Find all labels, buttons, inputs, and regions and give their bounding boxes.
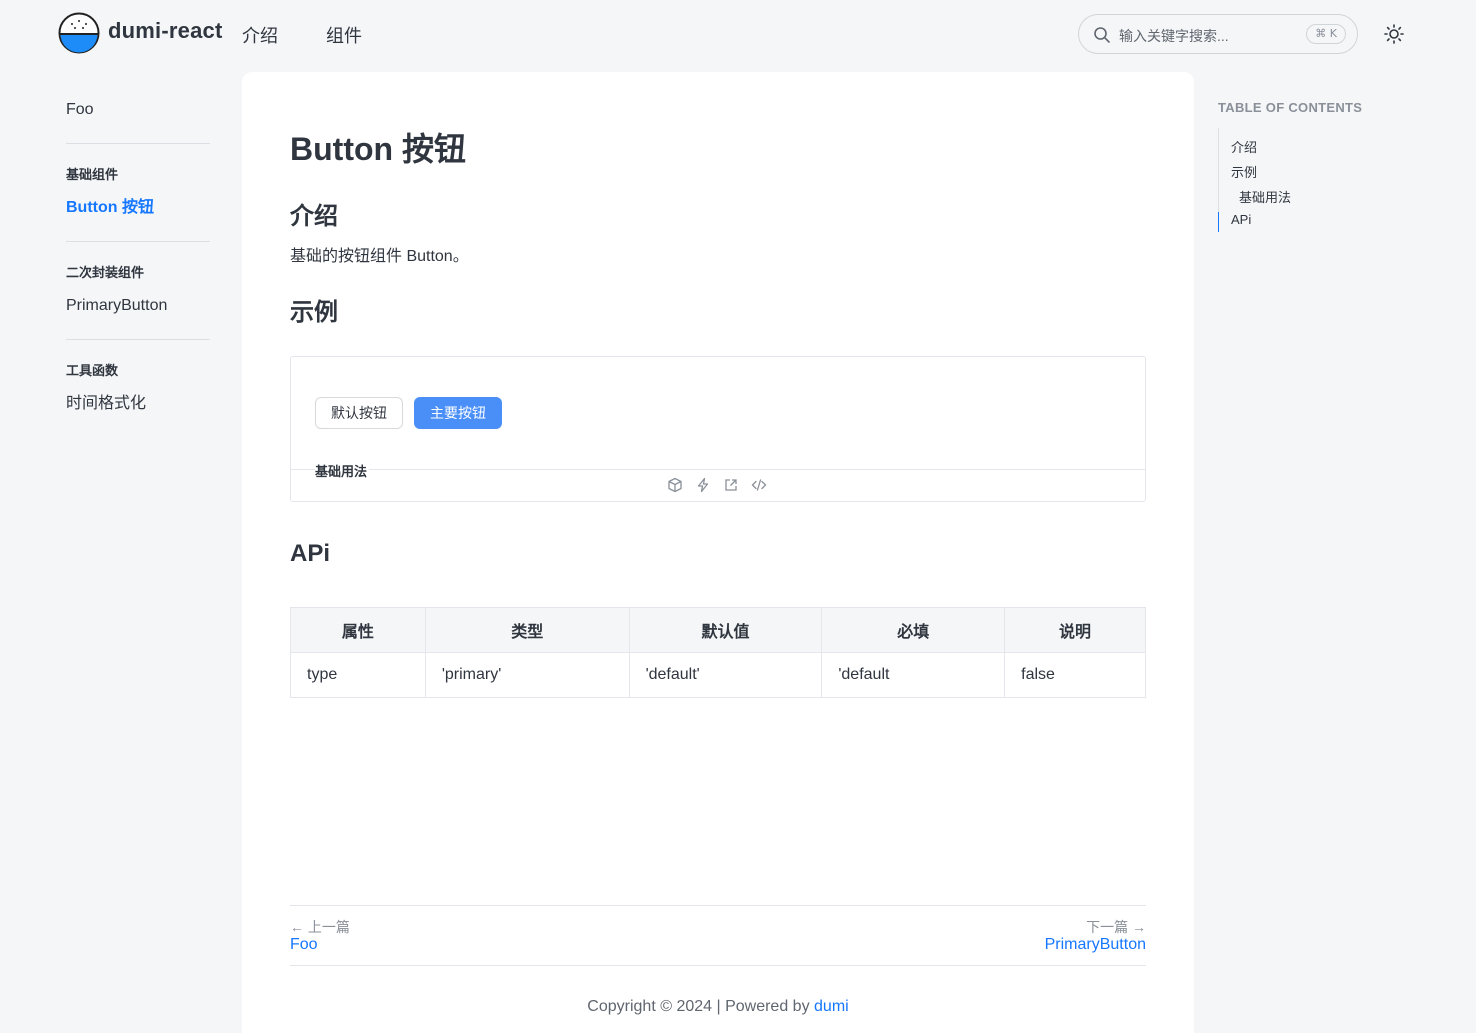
table-header-cell: 类型 — [424, 607, 630, 653]
api-table: 属性 类型 默认值 必填 说明 type 'primary' 'default'… — [290, 607, 1146, 698]
sidebar-divider — [66, 339, 210, 340]
search-placeholder: 输入关键字搜索... — [1119, 28, 1229, 44]
sidebar-group-title: 基础组件 — [66, 167, 119, 182]
page-title: Button 按钮 — [290, 131, 466, 167]
table-cell: 'default — [821, 652, 1006, 698]
search-icon — [1094, 27, 1110, 43]
footer-dumi-link[interactable]: dumi — [814, 998, 849, 1015]
brand-title[interactable]: dumi-react — [108, 18, 222, 44]
table-header-cell: 默认值 — [628, 607, 823, 653]
search-input[interactable]: 输入关键字搜索... ⌘ K — [1078, 14, 1358, 54]
sidebar-divider — [66, 241, 210, 242]
toc-title: TABLE OF CONTENTS — [1218, 100, 1363, 115]
arrow-right-icon: → — [1132, 919, 1146, 935]
pager-divider — [290, 905, 1146, 906]
next-page-link[interactable]: PrimaryButton — [1045, 936, 1146, 954]
next-page-label[interactable]: 下一篇 → — [1086, 917, 1146, 937]
toc-item-api[interactable]: APi — [1231, 212, 1251, 227]
table-header-row: 属性 类型 默认值 必填 说明 — [290, 607, 1146, 653]
codesandbox-icon[interactable] — [667, 477, 683, 493]
table-header-cell: 属性 — [290, 607, 426, 653]
primary-button[interactable]: 主要按钮 — [414, 397, 502, 429]
toc-item-example[interactable]: 示例 — [1231, 162, 1257, 181]
dumi-logo-icon[interactable] — [58, 12, 100, 54]
table-header-cell: 必填 — [821, 607, 1006, 653]
sun-icon[interactable] — [1383, 23, 1405, 45]
prev-label-text: 上一篇 — [307, 919, 350, 935]
toc-item-intro[interactable]: 介绍 — [1231, 137, 1257, 156]
sidebar: Foo 基础组件 Button 按钮 二次封装组件 PrimaryButton … — [66, 90, 210, 424]
table-cell: false — [1004, 652, 1146, 698]
arrow-left-icon: ← — [290, 919, 304, 935]
prev-page-link[interactable]: Foo — [290, 936, 318, 954]
sidebar-divider — [66, 143, 210, 144]
heading-api: APi — [290, 540, 331, 567]
demo-divider — [291, 469, 1145, 470]
footer-copyright: Copyright © 2024 | Powered by — [587, 998, 810, 1015]
intro-text: 基础的按钮组件 Button。 — [290, 248, 469, 265]
main-content: Button 按钮 介绍 基础的按钮组件 Button。 示例 默认按钮 主要按… — [242, 72, 1194, 1033]
code-icon[interactable] — [751, 477, 767, 493]
table-cell: type — [290, 652, 426, 698]
table-cell: 'default' — [628, 652, 823, 698]
sidebar-item-button[interactable]: Button 按钮 — [66, 188, 210, 228]
demo-preview-box: 默认按钮 主要按钮 基础用法 — [290, 356, 1146, 502]
sidebar-group-title: 二次封装组件 — [66, 265, 145, 280]
table-cell: 'primary' — [424, 652, 630, 698]
toc-active-indicator — [1218, 212, 1219, 232]
search-shortcut-badge: ⌘ K — [1306, 24, 1346, 44]
sidebar-item-time-format[interactable]: 时间格式化 — [66, 384, 210, 424]
table-row: type 'primary' 'default' 'default false — [290, 652, 1146, 698]
prev-page-label[interactable]: ← 上一篇 — [290, 917, 350, 937]
heading-intro: 介绍 — [290, 203, 338, 230]
table-header-cell: 说明 — [1004, 607, 1146, 653]
sidebar-item-primarybutton[interactable]: PrimaryButton — [66, 286, 210, 326]
sidebar-item-foo[interactable]: Foo — [66, 90, 210, 130]
header: dumi-react 介绍 组件 输入关键字搜索... ⌘ K — [0, 0, 1476, 68]
stackblitz-icon[interactable] — [695, 477, 711, 493]
nav-components[interactable]: 组件 — [326, 22, 362, 48]
footer: Copyright © 2024 | Powered by dumi — [242, 998, 1194, 1016]
default-button[interactable]: 默认按钮 — [315, 397, 403, 429]
sidebar-group-title: 工具函数 — [66, 363, 119, 378]
open-external-icon[interactable] — [723, 477, 739, 493]
demo-title: 基础用法 — [315, 461, 370, 480]
demo-actions — [667, 477, 767, 495]
toc-item-basic-usage[interactable]: 基础用法 — [1239, 187, 1291, 206]
next-label-text: 下一篇 — [1086, 919, 1129, 935]
pager-divider — [290, 965, 1146, 966]
heading-example: 示例 — [290, 299, 338, 326]
nav-intro[interactable]: 介绍 — [242, 22, 278, 48]
